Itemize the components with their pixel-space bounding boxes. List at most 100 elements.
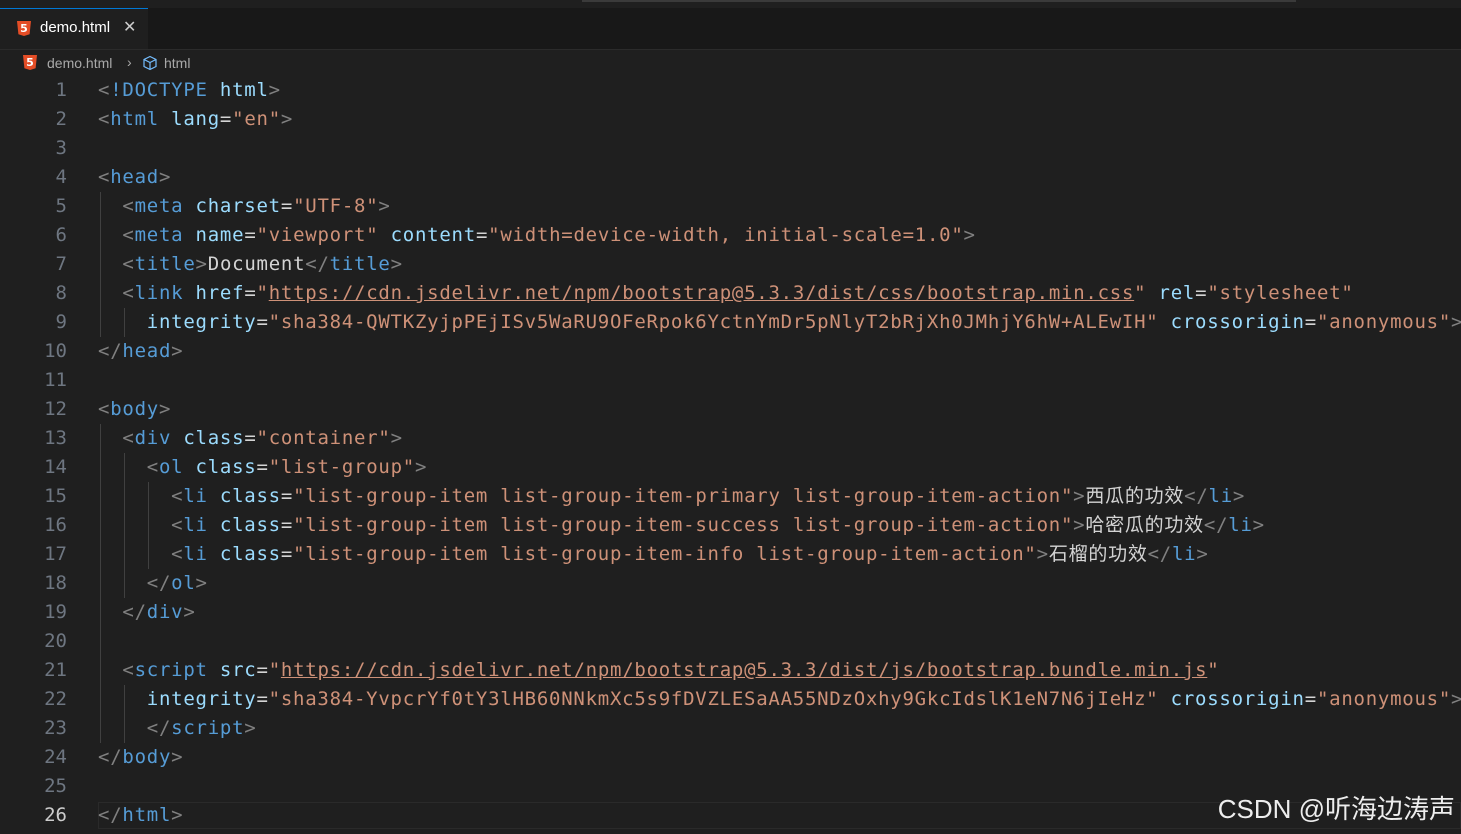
- code-token: body: [110, 398, 159, 420]
- code-token: div: [134, 427, 184, 449]
- code-line[interactable]: 11: [0, 366, 1461, 395]
- code-line[interactable]: 14 <ol class="list-group">: [0, 453, 1461, 482]
- code-token: >: [1451, 688, 1461, 710]
- code-text: integrity="sha384-YvpcrYf0tY3lHB60NNkmXc…: [98, 685, 1461, 714]
- code-line[interactable]: 21 <script src="https://cdn.jsdelivr.net…: [0, 656, 1461, 685]
- code-token: </: [98, 804, 123, 826]
- breadcrumb-file[interactable]: demo.html: [47, 55, 112, 71]
- close-icon[interactable]: ✕: [123, 17, 136, 36]
- code-token: =: [256, 688, 269, 710]
- code-token: script: [134, 659, 220, 681]
- code-token: <: [171, 485, 184, 507]
- code-line[interactable]: 1 <!DOCTYPE html>: [0, 76, 1461, 105]
- breadcrumb-element[interactable]: html: [164, 55, 190, 71]
- code-token: title: [134, 253, 196, 275]
- horizontal-scrollbar[interactable]: [582, 0, 1296, 2]
- code-token: <: [122, 427, 135, 449]
- code-token: "anonymous": [1316, 688, 1452, 710]
- code-token: li: [183, 543, 220, 565]
- code-text: <html lang="en">: [98, 105, 293, 134]
- code-token: >: [1196, 543, 1209, 565]
- code-line[interactable]: 19 </div>: [0, 598, 1461, 627]
- line-number: 20: [44, 630, 67, 652]
- code-token: class: [195, 456, 257, 478]
- code-line[interactable]: 23 </script>: [0, 714, 1461, 743]
- code-line[interactable]: 15 <li class="list-group-item list-group…: [0, 482, 1461, 511]
- code-line[interactable]: 6 <meta name="viewport" content="width=d…: [0, 221, 1461, 250]
- tab-demo-html[interactable]: 5 demo.html ✕: [0, 8, 148, 49]
- code-line[interactable]: 7 <title>Document</title>: [0, 250, 1461, 279]
- code-line[interactable]: 24 </body>: [0, 743, 1461, 772]
- code-line[interactable]: 10 </head>: [0, 337, 1461, 366]
- code-token: >: [244, 717, 257, 739]
- code-line[interactable]: 4 <head>: [0, 163, 1461, 192]
- code-token: =: [1195, 282, 1208, 304]
- code-line[interactable]: 20: [0, 627, 1461, 656]
- code-line[interactable]: 13 <div class="container">: [0, 424, 1461, 453]
- line-number: 16: [44, 514, 67, 536]
- breadcrumb: 5 demo.html › html: [0, 50, 1461, 76]
- indent-guide: [100, 192, 101, 337]
- code-text: integrity="sha384-QWTKZyjpPEjISv5WaRU9OF…: [98, 308, 1461, 337]
- code-token: lang: [171, 108, 220, 130]
- code-text: </html>: [98, 801, 183, 830]
- code-line[interactable]: 12 <body>: [0, 395, 1461, 424]
- code-line[interactable]: 3: [0, 134, 1461, 163]
- code-text: <body>: [98, 395, 171, 424]
- cube-icon: [142, 55, 158, 74]
- line-number: 5: [55, 195, 67, 217]
- code-line[interactable]: 2 <html lang="en">: [0, 105, 1461, 134]
- line-number: 25: [44, 775, 67, 797]
- code-token: >: [1073, 485, 1086, 507]
- code-token: =: [475, 224, 489, 246]
- line-number: 21: [44, 659, 67, 681]
- code-token: src: [219, 659, 257, 681]
- code-token: meta: [134, 195, 196, 217]
- code-text: <!DOCTYPE html>: [98, 76, 281, 105]
- code-token: integrity: [146, 688, 257, 710]
- code-token: li: [1228, 514, 1253, 536]
- code-token: https://cdn.jsdelivr.net/npm/bootstrap@5…: [268, 282, 1135, 304]
- line-number: 4: [55, 166, 67, 188]
- code-token: rel: [1158, 282, 1196, 304]
- code-line[interactable]: 8 <link href="https://cdn.jsdelivr.net/n…: [0, 279, 1461, 308]
- code-token: html: [122, 804, 172, 826]
- code-token: <: [122, 195, 135, 217]
- code-token: li: [1171, 543, 1197, 565]
- code-token: 石榴的功效: [1048, 543, 1148, 565]
- code-line[interactable]: 17 <li class="list-group-item list-group…: [0, 540, 1461, 569]
- code-line[interactable]: 18 </ol>: [0, 569, 1461, 598]
- code-token: <: [98, 79, 111, 101]
- code-token: </: [1147, 543, 1172, 565]
- code-text: </div>: [98, 598, 196, 627]
- indent-guide: [124, 308, 125, 337]
- code-line[interactable]: 5 <meta charset="UTF-8">: [0, 192, 1461, 221]
- code-token: =: [219, 108, 233, 130]
- code-token: >: [378, 195, 391, 217]
- line-number: 3: [55, 137, 67, 159]
- code-token: >: [1451, 311, 1461, 333]
- code-token: ": [1134, 282, 1159, 304]
- code-token: Document: [207, 253, 306, 275]
- code-token: </: [98, 746, 123, 768]
- code-line[interactable]: 22 integrity="sha384-YvpcrYf0tY3lHB60NNk…: [0, 685, 1461, 714]
- code-token: </: [146, 717, 172, 739]
- code-editor[interactable]: 1 <!DOCTYPE html> 2 <html lang="en"> 3 4 <head…: [0, 76, 1461, 834]
- line-number: 15: [44, 485, 67, 507]
- code-token: name: [195, 224, 245, 246]
- code-token: =: [280, 485, 294, 507]
- code-token: >: [195, 572, 208, 594]
- code-token: =: [1304, 688, 1317, 710]
- code-token: >: [171, 804, 184, 826]
- code-line[interactable]: 9 integrity="sha384-QWTKZyjpPEjISv5WaRU9…: [0, 308, 1461, 337]
- line-number: 19: [44, 601, 67, 623]
- code-token: >: [390, 253, 403, 275]
- code-token: <: [122, 282, 135, 304]
- code-text: <meta charset="UTF-8">: [98, 192, 391, 221]
- code-line[interactable]: 16 <li class="list-group-item list-group…: [0, 511, 1461, 540]
- code-token: "container": [256, 427, 391, 449]
